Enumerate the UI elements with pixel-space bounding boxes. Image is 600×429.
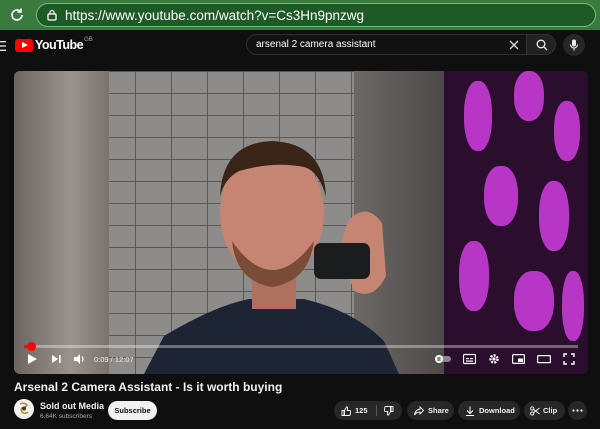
channel-avatar[interactable] [14, 399, 34, 419]
theater-mode-icon[interactable] [537, 353, 551, 365]
play-icon[interactable] [26, 353, 38, 365]
youtube-play-icon [15, 39, 33, 52]
more-actions-button[interactable] [568, 401, 587, 420]
video-title: Arsenal 2 Camera Assistant - Is it worth… [14, 380, 283, 394]
autoplay-toggle-icon[interactable] [434, 353, 452, 365]
share-label: Share [428, 406, 449, 415]
clip-button[interactable]: Clip [524, 401, 565, 420]
like-count[interactable]: 125 [355, 406, 368, 415]
download-icon [466, 406, 474, 416]
address-bar[interactable]: https://www.youtube.com/watch?v=Cs3Hn9pn… [36, 3, 596, 27]
search-input[interactable]: arsenal 2 camera assistant [256, 39, 376, 50]
search-button[interactable] [526, 34, 556, 55]
player-controls: 0:09 / 12:07 [14, 350, 588, 370]
channel-name[interactable]: Sold out Media [40, 401, 104, 411]
menu-icon[interactable] [0, 40, 6, 52]
progress-bar[interactable] [24, 342, 578, 351]
volume-icon[interactable] [73, 353, 86, 365]
search-box[interactable]: arsenal 2 camera assistant [246, 34, 527, 55]
video-frame-purple-screen [444, 71, 588, 374]
youtube-logo[interactable]: YouTube GB [15, 37, 93, 52]
video-player[interactable]: 0:09 / 12:07 [14, 71, 588, 374]
next-icon[interactable] [50, 353, 62, 365]
scissors-icon [530, 406, 540, 416]
fullscreen-icon[interactable] [563, 353, 575, 365]
more-horizontal-icon [572, 409, 583, 412]
share-button[interactable]: Share [407, 401, 454, 420]
settings-gear-icon[interactable] [488, 353, 500, 365]
presenter-figure [144, 141, 399, 374]
miniplayer-icon[interactable] [512, 353, 525, 365]
search-icon [536, 39, 548, 51]
site-info-icon[interactable] [45, 8, 59, 22]
logo-text: YouTube [35, 38, 84, 52]
video-frame-pillar [14, 71, 109, 374]
thumbs-up-icon[interactable] [341, 406, 351, 416]
subtitles-icon[interactable] [463, 353, 476, 365]
download-label: Download [479, 406, 515, 415]
country-code: GB [84, 37, 93, 43]
download-button[interactable]: Download [458, 401, 520, 420]
browser-toolbar: https://www.youtube.com/watch?v=Cs3Hn9pn… [0, 0, 600, 30]
clip-label: Clip [543, 406, 558, 415]
url-text[interactable]: https://www.youtube.com/watch?v=Cs3Hn9pn… [65, 8, 364, 23]
youtube-header: YouTube GB arsenal 2 camera assistant [0, 30, 600, 62]
like-divider [376, 405, 377, 416]
voice-search-button[interactable] [563, 34, 585, 56]
subscribe-button[interactable]: Subscribe [108, 401, 157, 420]
subscriber-count: 6.64K subscribers [40, 413, 93, 420]
share-icon [414, 406, 424, 416]
time-display: 0:09 / 12:07 [94, 355, 134, 364]
thumbs-down-icon[interactable] [384, 406, 394, 416]
clear-search-icon[interactable] [508, 39, 520, 51]
channel-logo-icon [14, 399, 34, 419]
reload-icon[interactable] [8, 6, 26, 24]
microphone-icon [569, 39, 579, 51]
like-dislike-group: 125 [334, 401, 402, 420]
